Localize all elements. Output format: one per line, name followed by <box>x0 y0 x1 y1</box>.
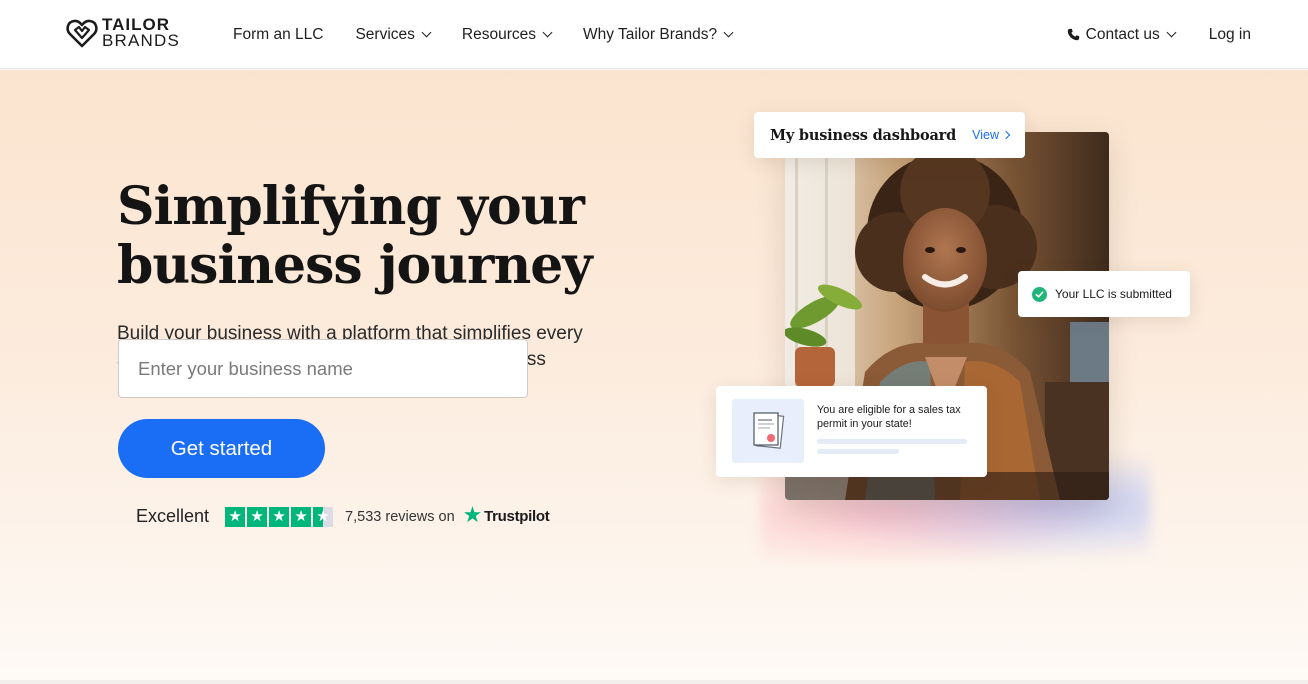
placeholder-bar <box>817 439 967 444</box>
placeholder-bar <box>817 449 899 454</box>
nav-why-tailor-brands[interactable]: Why Tailor Brands? <box>582 25 734 44</box>
chevron-down-icon <box>542 27 553 38</box>
nav-resources-label: Resources <box>461 25 536 43</box>
main-menu: Form an LLC Services Resources Why Tailo… <box>233 0 734 69</box>
business-name-input[interactable] <box>118 339 528 398</box>
tax-permit-card: You are eligible for a sales tax permit … <box>716 386 987 477</box>
contact-us-label: Contact us <box>1085 25 1160 43</box>
nav-services[interactable]: Services <box>355 25 432 44</box>
heart-logo-icon <box>66 19 98 48</box>
phone-icon <box>1067 28 1079 41</box>
dashboard-view-link[interactable]: View <box>972 128 1011 142</box>
llc-status-text: Your LLC is submitted <box>1055 287 1172 301</box>
star-icon: ★ <box>247 506 268 527</box>
llc-status-card: Your LLC is submitted <box>1018 271 1190 317</box>
dashboard-view-label: View <box>972 128 999 142</box>
nav-form-llc-label: Form an LLC <box>233 25 324 43</box>
trustpilot-wordmark: Trustpilot <box>484 508 550 525</box>
review-count: 7,533 reviews on <box>345 508 455 525</box>
dashboard-title: My business dashboard <box>770 126 957 144</box>
nav-form-llc[interactable]: Form an LLC <box>233 26 323 44</box>
brand-wordmark: TAILOR BRANDS <box>102 16 181 50</box>
nav-services-label: Services <box>355 25 415 43</box>
document-icon <box>732 399 804 463</box>
rating-stars: ★ ★ ★ ★ ★ <box>225 506 334 527</box>
nav-resources[interactable]: Resources <box>461 25 553 44</box>
trustpilot-rating: Excellent ★ ★ ★ ★ ★ 7,533 reviews on ★ T… <box>136 502 550 527</box>
rating-word: Excellent <box>136 506 210 526</box>
half-star-icon: ★ <box>313 506 334 527</box>
login-link[interactable]: Log in <box>1209 26 1251 44</box>
nav-right: Contact us Log in <box>1067 0 1251 69</box>
brand-line2: BRANDS <box>102 31 181 50</box>
nav-why-label: Why Tailor Brands? <box>582 25 718 43</box>
star-icon: ★ <box>291 506 312 527</box>
star-icon: ★ <box>225 506 246 527</box>
chevron-right-icon <box>1001 130 1011 140</box>
top-nav: TAILOR BRANDS Form an LLC Services Resou… <box>0 0 1308 69</box>
tax-permit-content: You are eligible for a sales tax permit … <box>817 399 967 464</box>
headline-line-1: Simplifying your <box>117 176 585 237</box>
chevron-down-icon <box>1166 27 1177 38</box>
chevron-down-icon <box>421 27 432 38</box>
chevron-down-icon <box>723 27 734 38</box>
dashboard-card: My business dashboard View <box>754 112 1025 158</box>
check-circle-icon <box>1032 286 1047 302</box>
trustpilot-logo[interactable]: ★ Trustpilot <box>462 502 550 527</box>
headline-line-2: business journey <box>117 235 593 296</box>
tax-permit-text: You are eligible for a sales tax permit … <box>817 404 961 430</box>
login-label: Log in <box>1208 25 1251 43</box>
section-divider <box>0 680 1308 684</box>
star-icon: ★ <box>269 506 290 527</box>
brand-logo[interactable]: TAILOR BRANDS <box>66 16 181 50</box>
contact-us-menu[interactable]: Contact us <box>1067 25 1177 44</box>
hero-headline: Simplifying your business journey <box>117 177 637 295</box>
get-started-button[interactable]: Get started <box>118 419 325 478</box>
trustpilot-star-icon: ★ <box>462 502 483 527</box>
